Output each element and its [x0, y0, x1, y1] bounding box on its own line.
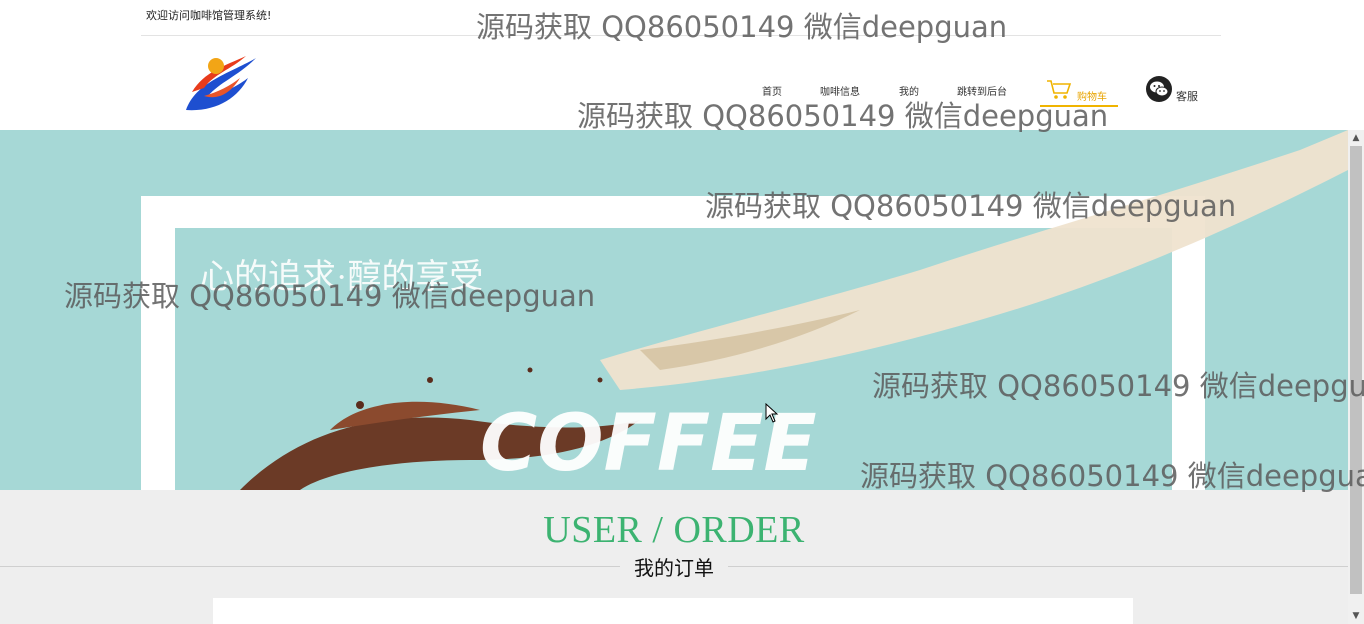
- banner-tagline: 心的追求·醇的享受: [200, 258, 483, 296]
- scroll-up-icon[interactable]: ▲: [1348, 130, 1364, 146]
- scroll-down-icon[interactable]: ▼: [1348, 608, 1364, 624]
- mouse-cursor-icon: [765, 403, 779, 423]
- cart-label: 购物车: [1077, 92, 1107, 103]
- nav-my[interactable]: 我的: [899, 83, 919, 98]
- section-subtitle: 我的订单: [620, 552, 728, 581]
- nav-home[interactable]: 首页: [762, 83, 782, 98]
- cart-icon: [1047, 80, 1072, 99]
- vertical-scrollbar[interactable]: ▲ ▼: [1348, 130, 1364, 624]
- logo-icon[interactable]: [178, 52, 262, 118]
- order-list-container: [213, 598, 1133, 624]
- header: 首页 咖啡信息 我的 跳转到后台 购物车 客服: [0, 36, 1348, 130]
- service-label: 客服: [1176, 90, 1198, 103]
- banner-image: 心的追求·醇的享受 COFFEE: [0, 130, 1348, 490]
- coffee-banner-art: 心的追求·醇的享受 COFFEE: [0, 130, 1348, 490]
- nav-backend[interactable]: 跳转到后台: [957, 83, 1007, 98]
- order-section: USER / ORDER 我的订单: [0, 490, 1348, 624]
- nav-coffee-info[interactable]: 咖啡信息: [820, 83, 860, 98]
- top-bar: 欢迎访问咖啡馆管理系统!: [141, 0, 1221, 36]
- section-title: USER / ORDER: [543, 509, 805, 551]
- wechat-icon: [1146, 76, 1172, 102]
- cart-button[interactable]: 购物车: [1040, 77, 1118, 107]
- scroll-thumb[interactable]: [1350, 146, 1362, 594]
- welcome-text: 欢迎访问咖啡馆管理系统!: [146, 9, 272, 22]
